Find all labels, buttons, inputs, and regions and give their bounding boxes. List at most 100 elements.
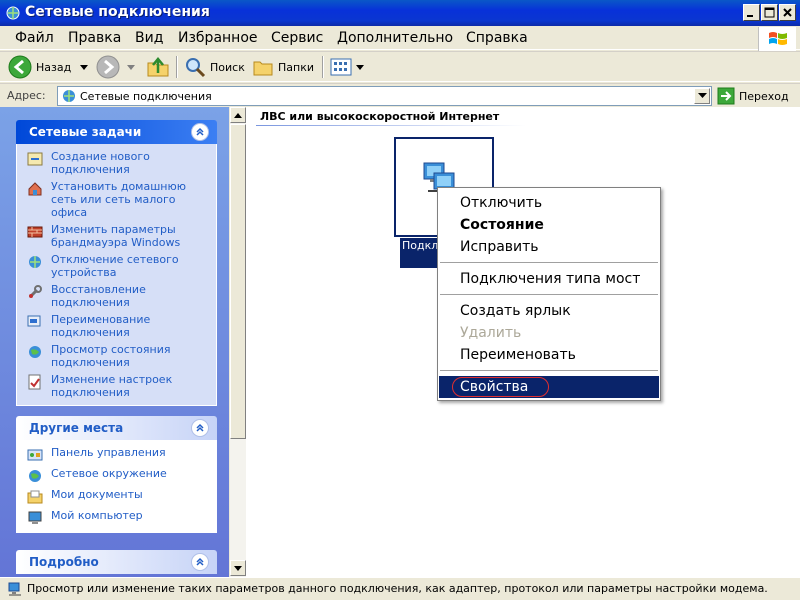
details-header[interactable]: Подробно: [16, 550, 217, 574]
toolbar-separator: [176, 56, 178, 78]
maximize-icon: [764, 7, 775, 18]
chevron-down-icon[interactable]: [124, 62, 138, 72]
menu-file[interactable]: Файл: [15, 30, 54, 46]
collapse-icon[interactable]: [191, 123, 209, 141]
search-icon: [186, 58, 206, 78]
scroll-up-icon: [234, 112, 242, 118]
folders-button[interactable]: Папки: [252, 54, 314, 80]
task-rename-connection[interactable]: Переименование подключения: [27, 313, 210, 339]
task-create-connection[interactable]: Создание нового подключения: [27, 150, 210, 176]
place-my-documents[interactable]: Мои документы: [27, 488, 210, 505]
menu-favorites[interactable]: Избранное: [178, 30, 258, 46]
address-label: Адрес:: [7, 89, 46, 102]
place-network-neighborhood[interactable]: Сетевое окружение: [27, 467, 210, 484]
menu-help[interactable]: Справка: [466, 30, 528, 46]
other-places-header[interactable]: Другие места: [16, 416, 217, 440]
toolbar-separator: [322, 56, 324, 78]
menu-item-rename[interactable]: Переименовать: [439, 344, 659, 366]
my-computer-icon: [28, 511, 42, 524]
highlight-ring: [452, 377, 549, 397]
task-change-settings[interactable]: Изменение настроек подключения: [27, 373, 210, 399]
task-firewall-settings[interactable]: Изменить параметры брандмауэра Windows: [27, 223, 210, 249]
task-disable-device[interactable]: Отключение сетевого устройства: [27, 253, 210, 279]
home-network-icon: [28, 182, 42, 196]
details-panel: Подробно: [16, 550, 217, 574]
menu-view[interactable]: Вид: [135, 30, 163, 46]
window-title: Сетевые подключения: [25, 4, 210, 20]
minimize-button[interactable]: [743, 4, 760, 21]
close-icon: [783, 8, 792, 17]
maximize-button[interactable]: [761, 4, 778, 21]
menu-item-create-shortcut[interactable]: Создать ярлык: [439, 300, 659, 322]
settings-check-icon: [28, 374, 41, 390]
place-label: Сетевое окружение: [51, 467, 167, 480]
menu-tools[interactable]: Сервис: [271, 30, 323, 46]
task-view-status[interactable]: Просмотр состояния подключения: [27, 343, 210, 369]
windows-logo: [758, 27, 796, 51]
status-globe-icon: [29, 346, 41, 358]
search-button[interactable]: Поиск: [184, 54, 245, 80]
address-input[interactable]: Сетевые подключения: [57, 86, 712, 106]
collapse-icon[interactable]: [191, 419, 209, 437]
task-label: Создание нового подключения: [51, 150, 150, 176]
scroll-down-button[interactable]: [230, 560, 246, 576]
place-control-panel[interactable]: Панель управления: [27, 446, 210, 463]
task-repair-connection[interactable]: Восстановление подключения: [27, 283, 210, 309]
back-button[interactable]: Назад: [8, 54, 91, 80]
place-label: Мои документы: [51, 488, 143, 501]
address-dropdown-button[interactable]: [694, 88, 710, 104]
scroll-down-icon: [234, 565, 242, 571]
group-title: ЛВС или высокоскоростной Интернет: [260, 110, 500, 123]
repair-wrench-icon: [28, 285, 42, 299]
new-connection-icon: [27, 152, 43, 166]
views-button[interactable]: [330, 54, 366, 80]
chevron-down-icon[interactable]: [77, 62, 91, 72]
network-tasks-panel: Сетевые задачи Создание нового подключен…: [16, 120, 217, 406]
network-neighborhood-icon: [29, 470, 41, 482]
rename-icon: [27, 315, 41, 327]
my-documents-icon: [27, 490, 43, 504]
task-label: Отключение сетевого устройства: [51, 253, 179, 279]
chevron-down-icon[interactable]: [354, 62, 366, 72]
control-panel-icon: [27, 449, 43, 461]
menu-item-repair[interactable]: Исправить: [439, 236, 659, 258]
menu-edit[interactable]: Правка: [68, 30, 121, 46]
menu-item-properties[interactable]: Свойства: [439, 376, 659, 398]
scroll-up-button[interactable]: [230, 107, 246, 123]
collapse-icon[interactable]: [191, 553, 209, 571]
task-pane-scrollbar[interactable]: [229, 107, 246, 577]
scroll-thumb[interactable]: [230, 124, 246, 439]
task-label: Восстановление подключения: [51, 283, 146, 309]
place-label: Мой компьютер: [51, 509, 143, 522]
task-label: Установить домашнюю сеть или сеть малого…: [51, 180, 186, 219]
back-arrow-icon: [8, 55, 32, 79]
network-connections-icon: [8, 582, 21, 596]
menu-item-status[interactable]: Состояние: [439, 214, 659, 236]
firewall-icon: [27, 226, 43, 238]
status-bar: Просмотр или изменение таких параметров …: [0, 577, 800, 600]
menu-item-disable[interactable]: Отключить: [439, 192, 659, 214]
forward-button[interactable]: [96, 54, 138, 80]
title-bar[interactable]: Сетевые подключения: [0, 0, 800, 26]
menu-item-delete: Удалить: [460, 325, 522, 341]
search-label: Поиск: [210, 60, 245, 74]
up-folder-button[interactable]: [146, 54, 170, 80]
network-connections-icon: [63, 90, 75, 102]
network-tasks-list: Создание нового подключения Установить д…: [16, 144, 217, 406]
forward-arrow-icon: [96, 55, 120, 79]
go-button[interactable]: Переход: [717, 86, 789, 106]
menu-separator: [440, 262, 658, 264]
task-home-network[interactable]: Установить домашнюю сеть или сеть малого…: [27, 180, 210, 219]
menu-bar: Файл Правка Вид Избранное Сервис Дополни…: [0, 26, 800, 51]
network-tasks-header[interactable]: Сетевые задачи: [16, 120, 217, 144]
folders-icon: [253, 61, 273, 76]
close-button[interactable]: [779, 4, 796, 21]
menu-advanced[interactable]: Дополнительно: [337, 30, 453, 46]
place-label: Панель управления: [51, 446, 166, 459]
place-my-computer[interactable]: Мой компьютер: [27, 509, 210, 526]
folder-up-icon: [147, 57, 169, 77]
back-label: Назад: [36, 60, 72, 74]
menu-item-bridge-connections[interactable]: Подключения типа мост: [439, 268, 659, 290]
group-divider: [256, 125, 526, 126]
go-label: Переход: [739, 89, 789, 103]
